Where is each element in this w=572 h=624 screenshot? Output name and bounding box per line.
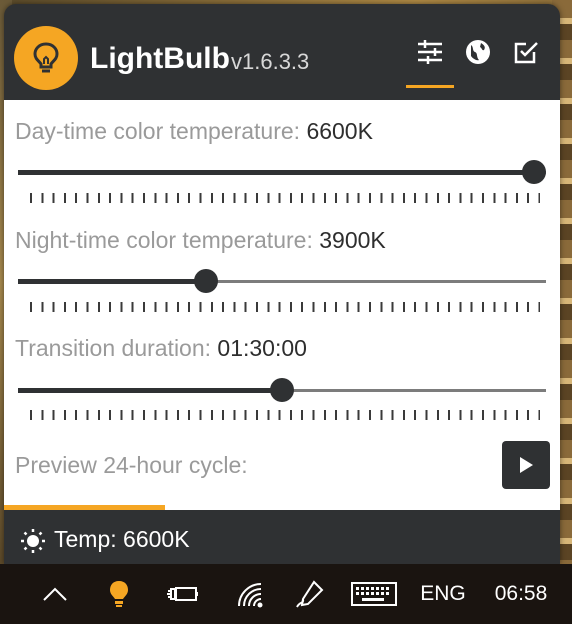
checkbox-icon — [514, 42, 538, 64]
slider-fill — [18, 388, 282, 393]
clock[interactable]: 06:58 — [488, 579, 554, 609]
play-preview-button[interactable] — [502, 441, 550, 489]
tray-keyboard-button[interactable] — [350, 579, 398, 609]
taskbar: ENG 06:58 — [0, 564, 572, 624]
transition-duration-label: Transition duration: 01:30:00 — [15, 335, 307, 362]
day-temperature-value: 6600K — [306, 118, 373, 144]
play-icon — [520, 457, 533, 473]
day-temperature-slider[interactable] — [18, 157, 546, 187]
slider-ticks — [30, 410, 540, 420]
app-title: LightBulb — [90, 42, 230, 75]
language-indicator[interactable]: ENG — [416, 579, 470, 609]
sliders-icon — [418, 40, 442, 64]
status-bar: Temp: 6600K — [4, 510, 560, 564]
lightbulb-icon — [110, 581, 128, 607]
tray-pen-button[interactable] — [294, 579, 326, 609]
status-temperature: Temp: 6600K — [54, 526, 190, 552]
tray-lightbulb-button[interactable] — [104, 579, 134, 609]
battery-plug-icon — [167, 587, 198, 601]
slider-thumb[interactable] — [194, 269, 219, 293]
slider-thumb[interactable] — [522, 160, 546, 184]
lightbulb-logo-icon — [14, 26, 78, 90]
day-temperature-text: Day-time color temperature: — [15, 118, 301, 144]
night-temperature-label: Night-time color temperature: 3900K — [15, 227, 386, 254]
tab-exclusions[interactable] — [502, 38, 550, 88]
lightbulb-popup: LightBulb v1.6.3.3 Day-time color temper… — [4, 4, 560, 564]
app-version: v1.6.3.3 — [231, 49, 310, 74]
night-temperature-slider[interactable] — [18, 266, 546, 296]
night-temperature-text: Night-time color temperature: — [15, 227, 313, 253]
transition-duration-slider[interactable] — [18, 375, 546, 405]
night-temperature-value: 3900K — [319, 227, 386, 253]
tab-location[interactable] — [454, 38, 502, 88]
day-temperature-label: Day-time color temperature: 6600K — [15, 118, 373, 145]
show-hidden-icons-button[interactable] — [40, 579, 70, 609]
slider-ticks — [30, 193, 540, 203]
pen-icon — [296, 580, 324, 608]
slider-fill — [18, 279, 207, 284]
tray-network-button[interactable] — [234, 579, 266, 609]
header: LightBulb v1.6.3.3 — [4, 4, 560, 100]
settings-panel: Day-time color temperature: 6600K Night-… — [4, 100, 560, 510]
globe-icon — [466, 40, 490, 64]
tab-settings[interactable] — [406, 38, 454, 88]
transition-duration-value: 01:30:00 — [217, 335, 307, 361]
transition-duration-text: Transition duration: — [15, 335, 212, 361]
slider-fill — [18, 170, 534, 175]
chevron-up-icon — [43, 587, 67, 601]
slider-ticks — [30, 302, 540, 312]
wifi-icon — [238, 583, 263, 608]
slider-thumb[interactable] — [270, 378, 294, 402]
keyboard-icon — [351, 582, 397, 606]
preview-label: Preview 24-hour cycle: — [15, 452, 248, 478]
sun-icon — [21, 529, 45, 553]
tray-power-button[interactable] — [164, 579, 200, 609]
